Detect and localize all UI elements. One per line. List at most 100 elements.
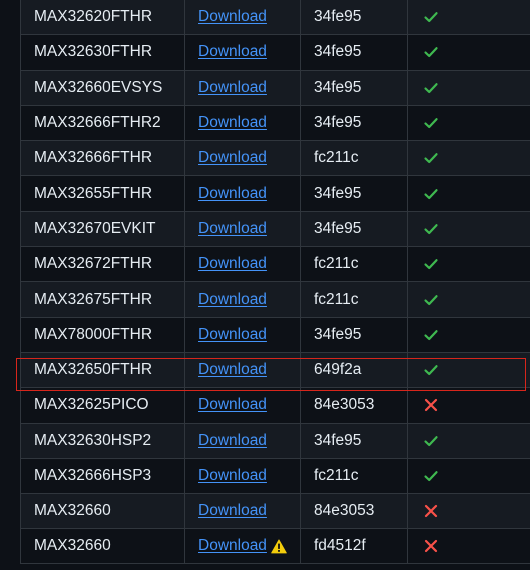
download-link[interactable]: Download [198, 502, 267, 520]
download-link[interactable]: Download [198, 467, 267, 485]
table-row: MAX32672FTHR Download fc211c [20, 246, 530, 282]
commit-hash: 34fe95 [300, 176, 407, 211]
download-link[interactable]: Download [198, 114, 267, 132]
check-icon [423, 186, 439, 202]
commit-hash: fc211c [300, 247, 407, 282]
download-cell: Download [184, 0, 300, 35]
check-icon [423, 292, 439, 308]
board-name: MAX32666FTHR2 [20, 105, 184, 141]
commit-hash: 34fe95 [300, 0, 407, 35]
board-name: MAX32660EVSYS [20, 70, 184, 105]
board-name: MAX32650FTHR [20, 352, 184, 388]
download-link[interactable]: Download [198, 220, 267, 238]
table-row: MAX32660EVSYS Download 34fe95 [20, 69, 530, 105]
download-cell: Download [184, 247, 300, 282]
table-row: MAX32630HSP2 Download 34fe95 [20, 422, 530, 458]
board-name: MAX32625PICO [20, 388, 184, 423]
download-cell: Download [184, 105, 300, 141]
check-icon [423, 44, 439, 60]
status-cell [407, 423, 530, 458]
download-link[interactable]: Download [198, 8, 267, 26]
check-icon [423, 150, 439, 166]
table-row: MAX32670EVKIT Download 34fe95 [20, 210, 530, 247]
table-row: MAX32660 Download fd4512f [20, 528, 530, 564]
download-cell: Download [184, 458, 300, 494]
firmware-table: MAX32620FTHR Download 34fe95 MAX32630FTHR Do… [20, 0, 530, 564]
download-cell: Download [184, 494, 300, 529]
download-link[interactable]: Download [198, 291, 267, 309]
download-cell: Download [184, 352, 300, 388]
status-cell [407, 458, 530, 494]
check-icon [423, 468, 439, 484]
warning-icon [271, 538, 287, 554]
status-cell [407, 529, 530, 563]
table-row: MAX32620FTHR Download 34fe95 [20, 0, 530, 35]
board-name: MAX32660 [20, 494, 184, 529]
board-name: MAX32655FTHR [20, 176, 184, 211]
status-cell [407, 141, 530, 176]
check-icon [423, 327, 439, 343]
commit-hash: 649f2a [300, 352, 407, 388]
table-row: MAX32666FTHR2 Download 34fe95 [20, 104, 530, 141]
download-cell: Download [184, 282, 300, 317]
board-name: MAX32675FTHR [20, 282, 184, 317]
commit-hash: 34fe95 [300, 423, 407, 458]
check-icon [423, 433, 439, 449]
download-cell: Download [184, 141, 300, 176]
download-cell: Download [184, 70, 300, 105]
table-row: MAX32655FTHR Download 34fe95 [20, 175, 530, 211]
download-link[interactable]: Download [198, 537, 267, 555]
download-cell: Download [184, 35, 300, 70]
commit-hash: 34fe95 [300, 105, 407, 141]
status-cell [407, 105, 530, 141]
status-cell [407, 176, 530, 211]
commit-hash: fc211c [300, 141, 407, 176]
board-name: MAX32666FTHR [20, 141, 184, 176]
board-name: MAX32666HSP3 [20, 458, 184, 494]
table-row: MAX32630FTHR Download 34fe95 [20, 34, 530, 70]
status-cell [407, 70, 530, 105]
table-row: MAX32666HSP3 Download fc211c [20, 457, 530, 494]
commit-hash: 34fe95 [300, 317, 407, 352]
download-link[interactable]: Download [198, 149, 267, 167]
commit-hash: fc211c [300, 458, 407, 494]
download-link[interactable]: Download [198, 396, 267, 414]
commit-hash: 34fe95 [300, 211, 407, 247]
board-name: MAX32660 [20, 529, 184, 563]
download-cell: Download [184, 423, 300, 458]
download-link[interactable]: Download [198, 255, 267, 273]
download-link[interactable]: Download [198, 326, 267, 344]
download-cell: Download [184, 388, 300, 423]
download-link[interactable]: Download [198, 43, 267, 61]
commit-hash: fd4512f [300, 529, 407, 563]
check-icon [423, 256, 439, 272]
download-link[interactable]: Download [198, 361, 267, 379]
status-cell [407, 282, 530, 317]
status-cell [407, 0, 530, 35]
cross-icon [423, 397, 439, 413]
board-name: MAX32620FTHR [20, 0, 184, 35]
table-row: MAX32660 Download 84e3053 [20, 493, 530, 529]
board-name: MAX32630FTHR [20, 35, 184, 70]
board-name: MAX32672FTHR [20, 247, 184, 282]
download-link[interactable]: Download [198, 185, 267, 203]
status-cell [407, 211, 530, 247]
board-name: MAX32630HSP2 [20, 423, 184, 458]
status-cell [407, 388, 530, 423]
download-link[interactable]: Download [198, 79, 267, 97]
commit-hash: 84e3053 [300, 388, 407, 423]
check-icon [423, 221, 439, 237]
download-link[interactable]: Download [198, 432, 267, 450]
status-cell [407, 247, 530, 282]
table-row: MAX78000FTHR Download 34fe95 [20, 316, 530, 352]
commit-hash: 34fe95 [300, 70, 407, 105]
check-icon [423, 80, 439, 96]
download-cell: Download [184, 211, 300, 247]
table-row: MAX32675FTHR Download fc211c [20, 281, 530, 317]
commit-hash: 34fe95 [300, 35, 407, 70]
cross-icon [423, 503, 439, 519]
status-cell [407, 317, 530, 352]
cross-icon [423, 538, 439, 554]
check-icon [423, 115, 439, 131]
check-icon [423, 362, 439, 378]
